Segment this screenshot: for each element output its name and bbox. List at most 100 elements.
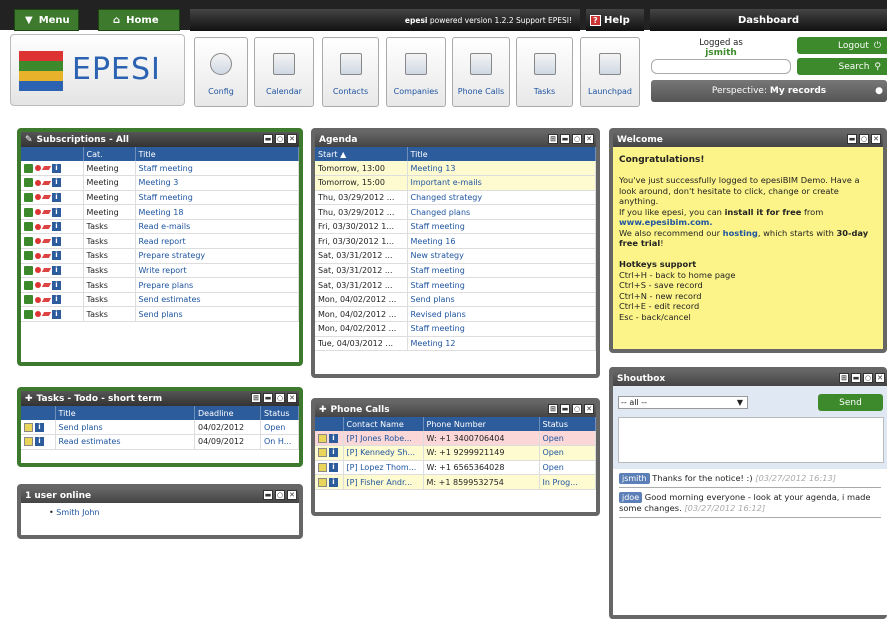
edit-icon[interactable] <box>318 477 327 487</box>
col-title[interactable]: Title <box>55 406 195 420</box>
cell-title[interactable]: Meeting 13 <box>407 161 596 177</box>
table-row[interactable]: Mon, 04/02/2012 ... Staff meeting <box>315 321 596 337</box>
cell-title[interactable]: Staff meeting <box>407 219 596 235</box>
edit-icon[interactable] <box>318 462 327 472</box>
table-row[interactable]: i [P] Kennedy Sh... W: +1 9299921149 Open <box>315 445 596 461</box>
cell-status[interactable]: On H... <box>260 434 299 450</box>
minimize-icon[interactable]: ▬ <box>263 134 273 144</box>
info-icon[interactable]: i <box>52 222 61 232</box>
watch-icon[interactable] <box>35 252 41 259</box>
dashboard-button[interactable]: Dashboard <box>650 9 887 31</box>
info-icon[interactable]: i <box>52 192 61 202</box>
col-status[interactable]: Status <box>260 406 299 420</box>
table-row[interactable]: Fri, 03/30/2012 1... Staff meeting <box>315 219 596 235</box>
launcher-companies[interactable]: Companies <box>386 37 446 107</box>
table-row[interactable]: i Tasks Read report <box>21 233 299 250</box>
cell-title[interactable]: Meeting 16 <box>407 233 596 250</box>
restore-icon[interactable]: ○ <box>572 404 582 414</box>
expand-icon[interactable]: ⊞ <box>251 393 261 403</box>
close-icon[interactable]: ✕ <box>584 134 594 144</box>
info-icon[interactable]: i <box>52 265 61 275</box>
tasks-header[interactable]: ✚ Tasks - Todo - short term ⊞ ▬ ○ ✕ <box>21 391 299 406</box>
view-icon[interactable] <box>24 178 33 188</box>
expand-icon[interactable]: ⊞ <box>548 404 558 414</box>
phone-calls-header[interactable]: ✚ Phone Calls ⊞ ▬ ○ ✕ <box>315 402 596 417</box>
info-icon[interactable]: i <box>52 178 61 188</box>
col-status[interactable]: Status <box>539 417 596 431</box>
info-icon[interactable]: i <box>52 251 61 261</box>
view-icon[interactable] <box>24 207 33 217</box>
watch-icon[interactable] <box>35 194 41 201</box>
cell-title[interactable]: Staff meeting <box>135 190 299 206</box>
watch-icon[interactable] <box>35 282 41 289</box>
launcher-launchpad[interactable]: Launchpad <box>580 37 640 107</box>
hosting-link[interactable]: hosting <box>723 228 758 238</box>
edit-icon[interactable] <box>318 448 327 458</box>
cell-title[interactable]: Staff meeting <box>407 321 596 337</box>
info-icon[interactable]: i <box>52 309 61 319</box>
launcher-phone-calls[interactable]: Phone Calls <box>452 37 510 107</box>
shout-user[interactable]: jdoe <box>619 492 643 503</box>
cell-contact[interactable]: [P] Kennedy Sh... <box>343 445 424 461</box>
cell-contact[interactable]: [P] Lopez Thom... <box>343 460 424 476</box>
edit-icon[interactable] <box>24 437 33 447</box>
expand-icon[interactable]: ⊞ <box>548 134 558 144</box>
cell-status[interactable]: Open <box>539 445 596 461</box>
cell-title[interactable]: Prepare plans <box>135 277 299 293</box>
cell-title[interactable]: Changed strategy <box>407 190 596 206</box>
view-icon[interactable] <box>24 280 33 290</box>
table-row[interactable]: i Tasks Prepare strategy <box>21 248 299 264</box>
minimize-icon[interactable]: ▬ <box>263 490 273 500</box>
minimize-icon[interactable]: ▬ <box>263 393 273 403</box>
edit-icon[interactable] <box>41 253 52 258</box>
view-icon[interactable] <box>24 236 33 246</box>
epesi-website-link[interactable]: www.epesibim.com. <box>619 217 713 227</box>
col-deadline[interactable]: Deadline <box>194 406 261 420</box>
table-row[interactable]: i [P] Lopez Thom... W: +1 6565364028 Open <box>315 460 596 476</box>
watch-icon[interactable] <box>35 267 41 274</box>
cell-title[interactable]: Read estimates <box>55 434 195 450</box>
logout-button[interactable]: Logout ⏻ <box>797 37 887 54</box>
edit-icon[interactable] <box>41 297 52 302</box>
restore-icon[interactable]: ○ <box>572 134 582 144</box>
restore-icon[interactable]: ○ <box>275 393 285 403</box>
table-row[interactable]: i Read estimates 04/09/2012 On H... <box>21 434 299 450</box>
cell-title[interactable]: Prepare strategy <box>135 248 299 264</box>
launcher-tasks[interactable]: Tasks <box>516 37 573 107</box>
col-cat[interactable]: Cat. <box>83 147 136 161</box>
table-row[interactable]: i Meeting Staff meeting <box>21 190 299 206</box>
agenda-header[interactable]: Agenda ⊞ ▬ ○ ✕ <box>315 132 596 147</box>
col-contact[interactable]: Contact Name <box>343 417 424 431</box>
launcher-calendar[interactable]: Calendar <box>254 37 314 107</box>
cell-title[interactable]: Staff meeting <box>407 277 596 293</box>
cell-title[interactable]: Send plans <box>135 306 299 323</box>
expand-icon[interactable]: ⊞ <box>839 373 849 383</box>
cell-title[interactable]: Send estimates <box>135 292 299 308</box>
edit-icon[interactable] <box>41 210 52 215</box>
shoutbox-filter-select[interactable]: -- all -- ▼ <box>618 396 748 409</box>
subscriptions-header[interactable]: ✎ Subscriptions - All ▬ ○ ✕ <box>21 132 299 147</box>
edit-icon[interactable] <box>41 166 52 171</box>
edit-icon[interactable] <box>41 268 52 273</box>
table-row[interactable]: i Meeting Meeting 18 <box>21 204 299 220</box>
view-icon[interactable] <box>24 251 33 261</box>
info-icon[interactable]: i <box>52 207 61 217</box>
watch-icon[interactable] <box>35 296 41 303</box>
col-title[interactable]: Title <box>135 147 299 161</box>
cell-title[interactable]: Staff meeting <box>135 161 299 177</box>
table-row[interactable]: i Tasks Write report <box>21 263 299 279</box>
edit-icon[interactable] <box>318 433 327 443</box>
cell-title[interactable]: Revised plans <box>407 306 596 323</box>
info-icon[interactable]: i <box>329 448 338 458</box>
view-icon[interactable] <box>24 295 33 305</box>
cell-title[interactable]: Read report <box>135 233 299 250</box>
minimize-icon[interactable]: ▬ <box>560 134 570 144</box>
close-icon[interactable]: ✕ <box>871 134 881 144</box>
close-icon[interactable]: ✕ <box>584 404 594 414</box>
users-online-header[interactable]: 1 user online ▬ ○ ✕ <box>21 488 299 503</box>
shoutbox-header[interactable]: Shoutbox ⊞ ▬ ○ ✕ <box>613 371 887 386</box>
table-row[interactable]: Fri, 03/30/2012 1... Meeting 16 <box>315 233 596 250</box>
col-title[interactable]: Title <box>407 147 596 161</box>
info-icon[interactable]: i <box>52 163 61 173</box>
cell-title[interactable]: Read e-mails <box>135 219 299 235</box>
